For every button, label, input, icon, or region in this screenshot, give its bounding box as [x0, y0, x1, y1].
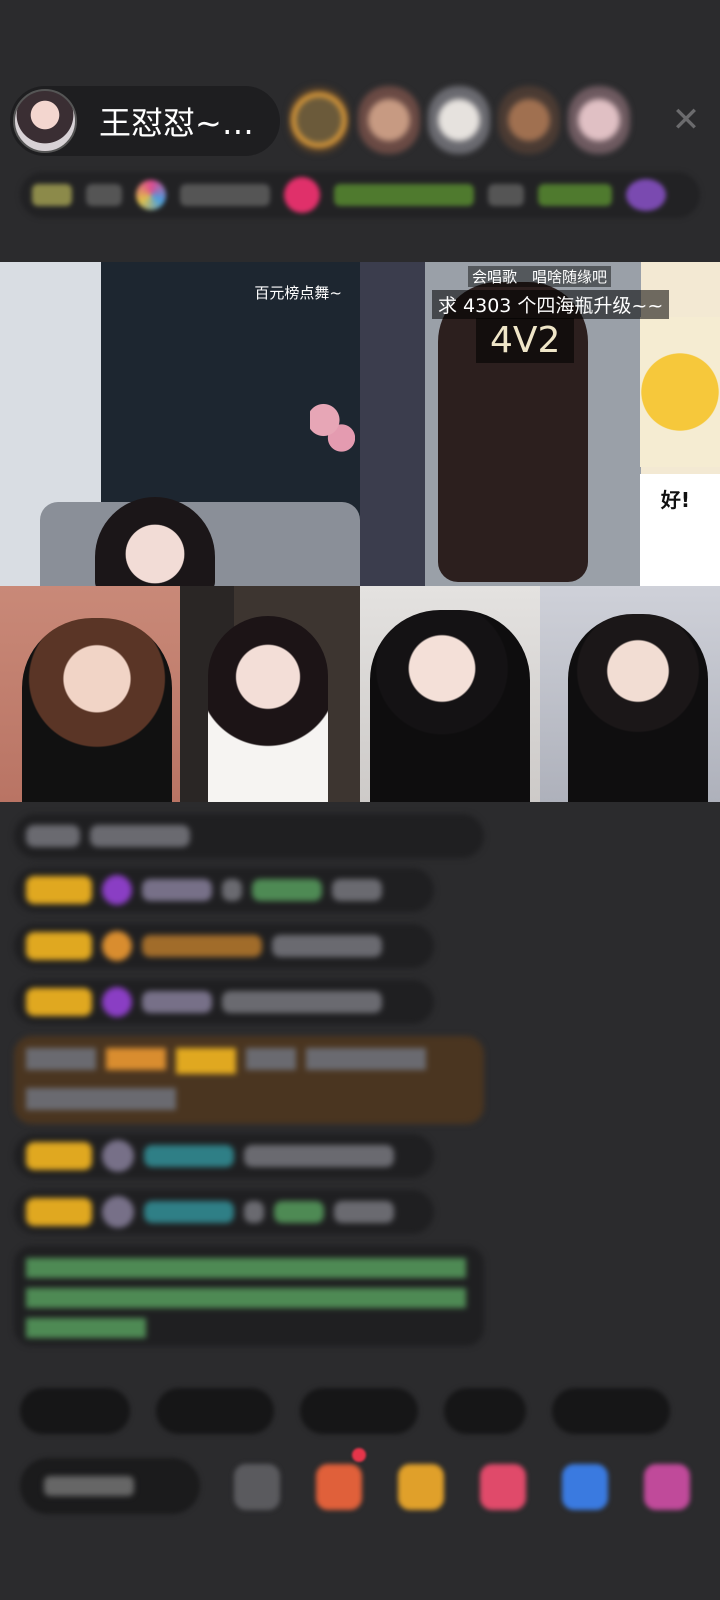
close-icon[interactable]: ✕: [666, 100, 706, 140]
streamer-image: [370, 610, 530, 802]
task-text: [334, 184, 474, 206]
chat-input-placeholder: [44, 1476, 134, 1496]
game-icon[interactable]: [562, 1464, 608, 1510]
sticker-image: [640, 317, 720, 467]
streamer-image: [208, 616, 328, 802]
video-caption: 会唱歌 唱啥随缘吧: [468, 266, 612, 287]
chat-message: [14, 1190, 434, 1234]
emoji-icon[interactable]: [234, 1464, 280, 1510]
video-tag: 百元榜点舞~: [254, 284, 342, 302]
diamond-icon: [102, 875, 132, 905]
viewer-avatar[interactable]: [288, 86, 350, 154]
host-avatar[interactable]: [13, 89, 77, 153]
level-badge: [26, 932, 92, 960]
quick-reply-chip[interactable]: [20, 1388, 130, 1434]
level-badge: [26, 876, 92, 904]
diamond-icon: [102, 987, 132, 1017]
quick-reply-chip[interactable]: [156, 1388, 274, 1434]
reward-icon: [626, 179, 666, 211]
viewer-avatar[interactable]: [358, 86, 420, 154]
quick-reply-chip[interactable]: [300, 1388, 418, 1434]
multi-guest-video-grid: 百元榜点舞~ 好! 会唱歌 唱啥随缘吧 求 4303 个四海瓶升级~~ 4V2: [0, 262, 720, 802]
sticker-text: 好!: [660, 488, 690, 512]
video-cell-guest-2[interactable]: [0, 586, 180, 802]
streamer-image: [22, 618, 172, 802]
rank-text: [86, 184, 122, 206]
user-avatar: [102, 1140, 134, 1172]
background-flowers: [310, 402, 355, 462]
task-progress: [488, 184, 524, 206]
pink-badge-icon: [284, 177, 320, 213]
chat-message: [14, 814, 484, 858]
viewer-avatar[interactable]: [428, 86, 490, 154]
host-info-pill[interactable]: 王怼怼~…: [10, 86, 280, 156]
quick-reply-chip[interactable]: [444, 1388, 526, 1434]
chat-message-system: [14, 1246, 484, 1346]
video-cell-guest-3[interactable]: [180, 586, 360, 802]
heart-icon[interactable]: [480, 1464, 526, 1510]
room-info-bar[interactable]: [20, 172, 700, 218]
notification-dot: [352, 1448, 366, 1462]
host-name: 王怼怼~…: [99, 104, 254, 142]
quick-reply-bar[interactable]: [20, 1388, 670, 1434]
user-avatar: [102, 1196, 134, 1228]
video-cell-guest-5[interactable]: [540, 586, 720, 802]
chat-message-highlighted: [14, 1036, 484, 1124]
streamer-image: [568, 614, 708, 802]
user-avatar: [102, 931, 132, 961]
task-reward: [538, 184, 612, 206]
chat-message: [14, 1134, 434, 1178]
video-cell-host[interactable]: 百元榜点舞~: [0, 262, 360, 586]
quick-reply-chip[interactable]: [552, 1388, 670, 1434]
rank-badge: [32, 184, 72, 206]
video-caption-score: 4V2: [476, 318, 575, 363]
viewer-avatar[interactable]: [568, 86, 630, 154]
video-cell-guest-4[interactable]: [360, 586, 540, 802]
video-cell-guest-1[interactable]: 好! 会唱歌 唱啥随缘吧 求 4303 个四海瓶升级~~ 4V2: [360, 262, 720, 586]
colorful-badge-icon: [136, 180, 166, 210]
treasure-icon[interactable]: [398, 1464, 444, 1510]
chat-message: [14, 868, 434, 912]
chat-message: [14, 980, 434, 1024]
bottom-toolbar: [0, 1454, 720, 1524]
stat-text: [180, 184, 270, 206]
more-icon[interactable]: [644, 1464, 690, 1510]
level-badge: [26, 988, 92, 1016]
level-badge: [26, 1142, 92, 1170]
gift-icon[interactable]: [316, 1464, 362, 1510]
top-viewers-list: [288, 86, 630, 154]
level-badge: [26, 1198, 92, 1226]
video-caption: 求 4303 个四海瓶升级~~: [432, 290, 670, 319]
chat-message: [14, 924, 434, 968]
viewer-avatar[interactable]: [498, 86, 560, 154]
